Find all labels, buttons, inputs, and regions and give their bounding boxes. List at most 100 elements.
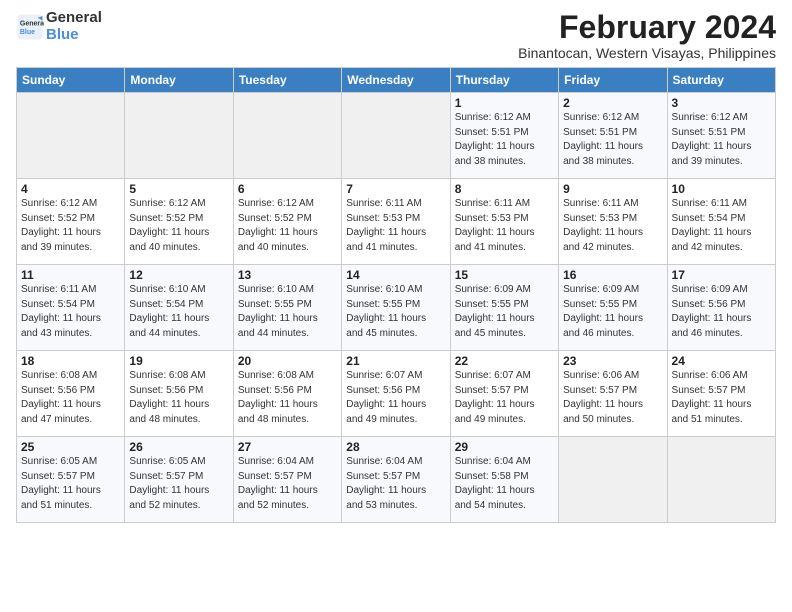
calendar-cell bbox=[17, 93, 125, 179]
calendar-cell: 21Sunrise: 6:07 AMSunset: 5:56 PMDayligh… bbox=[342, 351, 450, 437]
calendar-cell: 13Sunrise: 6:10 AMSunset: 5:55 PMDayligh… bbox=[233, 265, 341, 351]
calendar-cell: 14Sunrise: 6:10 AMSunset: 5:55 PMDayligh… bbox=[342, 265, 450, 351]
day-info: Sunrise: 6:11 AMSunset: 5:54 PMDaylight:… bbox=[21, 283, 120, 341]
day-info: Sunrise: 6:05 AMSunset: 5:57 PMDaylight:… bbox=[129, 455, 228, 513]
month-title: February 2024 bbox=[518, 10, 776, 45]
calendar-cell bbox=[342, 93, 450, 179]
day-number: 20 bbox=[238, 354, 337, 368]
calendar-cell bbox=[667, 437, 775, 523]
day-info: Sunrise: 6:12 AMSunset: 5:52 PMDaylight:… bbox=[129, 197, 228, 255]
day-number: 19 bbox=[129, 354, 228, 368]
day-number: 29 bbox=[455, 440, 554, 454]
calendar-cell: 24Sunrise: 6:06 AMSunset: 5:57 PMDayligh… bbox=[667, 351, 775, 437]
calendar-cell: 23Sunrise: 6:06 AMSunset: 5:57 PMDayligh… bbox=[559, 351, 667, 437]
day-number: 17 bbox=[672, 268, 771, 282]
day-number: 5 bbox=[129, 182, 228, 196]
calendar-cell: 20Sunrise: 6:08 AMSunset: 5:56 PMDayligh… bbox=[233, 351, 341, 437]
day-info: Sunrise: 6:04 AMSunset: 5:57 PMDaylight:… bbox=[238, 455, 337, 513]
day-info: Sunrise: 6:06 AMSunset: 5:57 PMDaylight:… bbox=[672, 369, 771, 427]
calendar-cell: 15Sunrise: 6:09 AMSunset: 5:55 PMDayligh… bbox=[450, 265, 558, 351]
day-info: Sunrise: 6:10 AMSunset: 5:55 PMDaylight:… bbox=[346, 283, 445, 341]
calendar-cell: 26Sunrise: 6:05 AMSunset: 5:57 PMDayligh… bbox=[125, 437, 233, 523]
logo-general: General bbox=[46, 9, 102, 26]
day-info: Sunrise: 6:11 AMSunset: 5:54 PMDaylight:… bbox=[672, 197, 771, 255]
calendar-cell: 7Sunrise: 6:11 AMSunset: 5:53 PMDaylight… bbox=[342, 179, 450, 265]
day-info: Sunrise: 6:11 AMSunset: 5:53 PMDaylight:… bbox=[455, 197, 554, 255]
weekday-header-thursday: Thursday bbox=[450, 68, 558, 93]
day-info: Sunrise: 6:04 AMSunset: 5:57 PMDaylight:… bbox=[346, 455, 445, 513]
calendar-cell: 17Sunrise: 6:09 AMSunset: 5:56 PMDayligh… bbox=[667, 265, 775, 351]
day-number: 22 bbox=[455, 354, 554, 368]
calendar-cell: 22Sunrise: 6:07 AMSunset: 5:57 PMDayligh… bbox=[450, 351, 558, 437]
day-info: Sunrise: 6:08 AMSunset: 5:56 PMDaylight:… bbox=[21, 369, 120, 427]
location: Binantocan, Western Visayas, Philippines bbox=[518, 45, 776, 61]
day-number: 24 bbox=[672, 354, 771, 368]
weekday-header-tuesday: Tuesday bbox=[233, 68, 341, 93]
calendar-cell: 2Sunrise: 6:12 AMSunset: 5:51 PMDaylight… bbox=[559, 93, 667, 179]
calendar-cell: 12Sunrise: 6:10 AMSunset: 5:54 PMDayligh… bbox=[125, 265, 233, 351]
calendar-week-row: 11Sunrise: 6:11 AMSunset: 5:54 PMDayligh… bbox=[17, 265, 776, 351]
day-number: 7 bbox=[346, 182, 445, 196]
calendar-week-row: 4Sunrise: 6:12 AMSunset: 5:52 PMDaylight… bbox=[17, 179, 776, 265]
calendar-week-row: 25Sunrise: 6:05 AMSunset: 5:57 PMDayligh… bbox=[17, 437, 776, 523]
day-info: Sunrise: 6:07 AMSunset: 5:57 PMDaylight:… bbox=[455, 369, 554, 427]
day-info: Sunrise: 6:12 AMSunset: 5:51 PMDaylight:… bbox=[672, 111, 771, 169]
calendar-cell: 25Sunrise: 6:05 AMSunset: 5:57 PMDayligh… bbox=[17, 437, 125, 523]
calendar-cell: 28Sunrise: 6:04 AMSunset: 5:57 PMDayligh… bbox=[342, 437, 450, 523]
calendar-cell: 27Sunrise: 6:04 AMSunset: 5:57 PMDayligh… bbox=[233, 437, 341, 523]
day-number: 26 bbox=[129, 440, 228, 454]
day-number: 21 bbox=[346, 354, 445, 368]
calendar-cell bbox=[559, 437, 667, 523]
day-info: Sunrise: 6:12 AMSunset: 5:51 PMDaylight:… bbox=[563, 111, 662, 169]
calendar-cell bbox=[233, 93, 341, 179]
day-number: 14 bbox=[346, 268, 445, 282]
calendar-cell: 6Sunrise: 6:12 AMSunset: 5:52 PMDaylight… bbox=[233, 179, 341, 265]
day-info: Sunrise: 6:09 AMSunset: 5:56 PMDaylight:… bbox=[672, 283, 771, 341]
calendar-cell: 3Sunrise: 6:12 AMSunset: 5:51 PMDaylight… bbox=[667, 93, 775, 179]
day-number: 16 bbox=[563, 268, 662, 282]
day-info: Sunrise: 6:12 AMSunset: 5:52 PMDaylight:… bbox=[21, 197, 120, 255]
weekday-header-wednesday: Wednesday bbox=[342, 68, 450, 93]
day-number: 25 bbox=[21, 440, 120, 454]
day-number: 15 bbox=[455, 268, 554, 282]
day-number: 2 bbox=[563, 96, 662, 110]
day-info: Sunrise: 6:11 AMSunset: 5:53 PMDaylight:… bbox=[346, 197, 445, 255]
calendar-cell: 29Sunrise: 6:04 AMSunset: 5:58 PMDayligh… bbox=[450, 437, 558, 523]
header: General Blue General Blue February 2024 … bbox=[16, 10, 776, 61]
day-number: 6 bbox=[238, 182, 337, 196]
page: General Blue General Blue February 2024 … bbox=[0, 0, 792, 531]
day-info: Sunrise: 6:09 AMSunset: 5:55 PMDaylight:… bbox=[563, 283, 662, 341]
day-info: Sunrise: 6:07 AMSunset: 5:56 PMDaylight:… bbox=[346, 369, 445, 427]
day-info: Sunrise: 6:05 AMSunset: 5:57 PMDaylight:… bbox=[21, 455, 120, 513]
day-info: Sunrise: 6:04 AMSunset: 5:58 PMDaylight:… bbox=[455, 455, 554, 513]
day-number: 12 bbox=[129, 268, 228, 282]
day-info: Sunrise: 6:09 AMSunset: 5:55 PMDaylight:… bbox=[455, 283, 554, 341]
svg-text:Blue: Blue bbox=[20, 29, 35, 36]
calendar-cell: 5Sunrise: 6:12 AMSunset: 5:52 PMDaylight… bbox=[125, 179, 233, 265]
calendar-week-row: 1Sunrise: 6:12 AMSunset: 5:51 PMDaylight… bbox=[17, 93, 776, 179]
day-info: Sunrise: 6:08 AMSunset: 5:56 PMDaylight:… bbox=[129, 369, 228, 427]
weekday-header-saturday: Saturday bbox=[667, 68, 775, 93]
calendar-cell: 18Sunrise: 6:08 AMSunset: 5:56 PMDayligh… bbox=[17, 351, 125, 437]
day-info: Sunrise: 6:11 AMSunset: 5:53 PMDaylight:… bbox=[563, 197, 662, 255]
calendar-cell: 10Sunrise: 6:11 AMSunset: 5:54 PMDayligh… bbox=[667, 179, 775, 265]
day-info: Sunrise: 6:08 AMSunset: 5:56 PMDaylight:… bbox=[238, 369, 337, 427]
calendar-cell: 9Sunrise: 6:11 AMSunset: 5:53 PMDaylight… bbox=[559, 179, 667, 265]
calendar-week-row: 18Sunrise: 6:08 AMSunset: 5:56 PMDayligh… bbox=[17, 351, 776, 437]
logo-blue: Blue bbox=[46, 26, 79, 43]
calendar-table: SundayMondayTuesdayWednesdayThursdayFrid… bbox=[16, 67, 776, 523]
weekday-header-friday: Friday bbox=[559, 68, 667, 93]
day-number: 1 bbox=[455, 96, 554, 110]
calendar-cell: 19Sunrise: 6:08 AMSunset: 5:56 PMDayligh… bbox=[125, 351, 233, 437]
weekday-header-monday: Monday bbox=[125, 68, 233, 93]
day-number: 28 bbox=[346, 440, 445, 454]
weekday-header-row: SundayMondayTuesdayWednesdayThursdayFrid… bbox=[17, 68, 776, 93]
day-info: Sunrise: 6:12 AMSunset: 5:51 PMDaylight:… bbox=[455, 111, 554, 169]
day-info: Sunrise: 6:12 AMSunset: 5:52 PMDaylight:… bbox=[238, 197, 337, 255]
day-number: 11 bbox=[21, 268, 120, 282]
logo-text: General Blue bbox=[46, 10, 102, 43]
day-number: 27 bbox=[238, 440, 337, 454]
day-number: 18 bbox=[21, 354, 120, 368]
title-area: February 2024 Binantocan, Western Visaya… bbox=[518, 10, 776, 61]
calendar-cell: 11Sunrise: 6:11 AMSunset: 5:54 PMDayligh… bbox=[17, 265, 125, 351]
